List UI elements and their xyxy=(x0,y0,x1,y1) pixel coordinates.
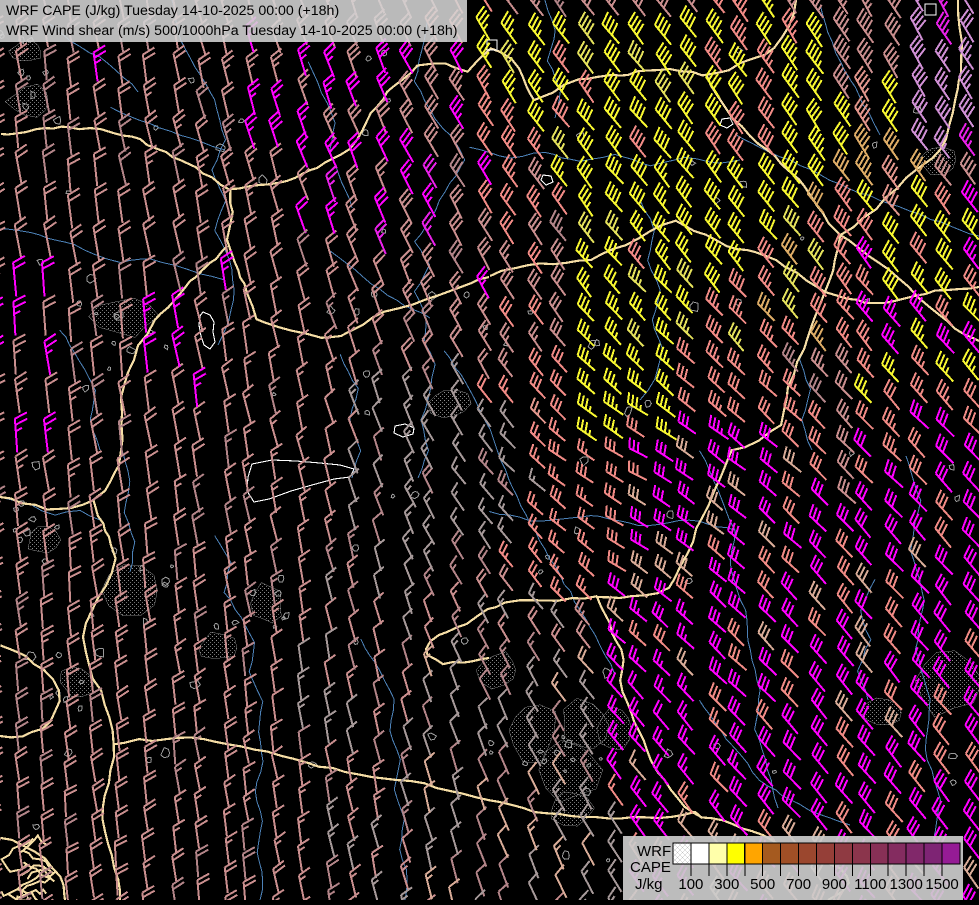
svg-text:900: 900 xyxy=(822,876,847,893)
svg-text:500: 500 xyxy=(750,876,775,893)
svg-text:100: 100 xyxy=(678,876,703,893)
svg-text:WRF Wind shear (m/s) 500/1000h: WRF Wind shear (m/s) 500/1000hPa Tuesday… xyxy=(6,23,458,39)
svg-text:700: 700 xyxy=(786,876,811,893)
svg-text:300: 300 xyxy=(714,876,739,893)
svg-text:WRF: WRF xyxy=(637,843,671,860)
svg-text:1300: 1300 xyxy=(890,876,923,893)
svg-text:1100: 1100 xyxy=(854,876,886,893)
svg-text:J/kg: J/kg xyxy=(635,876,663,893)
svg-text:CAPE: CAPE xyxy=(630,859,671,876)
svg-text:1500: 1500 xyxy=(925,876,958,893)
svg-text:WRF CAPE (J/kg) Tuesday 14-10-: WRF CAPE (J/kg) Tuesday 14-10-2025 00:00… xyxy=(6,3,339,19)
